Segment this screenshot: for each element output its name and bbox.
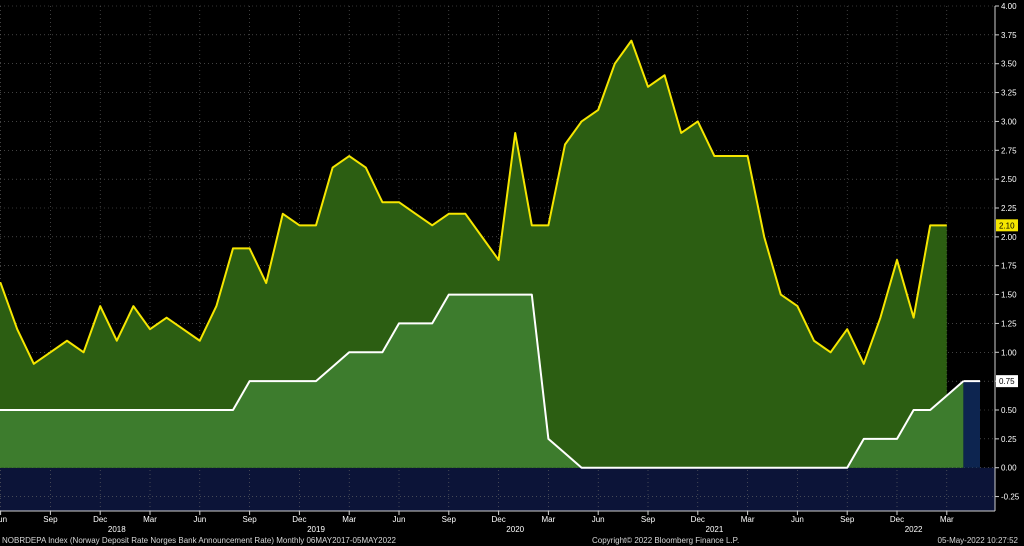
timestamp: 05-May-2022 10:27:52 <box>937 536 1019 545</box>
y-axis: -0.25 0.00 0.25 0.50 0.75 1.00 1.25 1.50 1.75 2.0… <box>994 2 1020 511</box>
y-tick-label: 2.25 <box>1001 204 1017 213</box>
negative-region <box>0 467 995 511</box>
x-tick-label: Dec <box>890 515 904 524</box>
y-tick-label: 4.00 <box>1001 2 1017 11</box>
last-value-labels: 2.10 0.75 <box>996 219 1018 388</box>
y-tick-label: 2.00 <box>1001 233 1017 242</box>
x-year-label: 2022 <box>905 525 923 534</box>
y-tick-label: 1.75 <box>1001 262 1017 271</box>
x-tick-label: Dec <box>691 515 705 524</box>
y-tick-label: 3.50 <box>1001 60 1017 69</box>
copyright-notice: Copyright© 2022 Bloomberg Finance L.P. <box>592 536 740 545</box>
x-tick-label: Jun <box>0 515 7 524</box>
y-tick-label: 3.25 <box>1001 89 1017 98</box>
x-tick-label: Sep <box>242 515 257 524</box>
x-year-label: 2020 <box>506 525 524 534</box>
y-tick-label: -0.25 <box>1001 493 1020 502</box>
x-tick-label: Dec <box>292 515 306 524</box>
x-tick-label: Sep <box>442 515 457 524</box>
y-tick-label: 1.00 <box>1001 348 1017 357</box>
y-tick-label: 2.50 <box>1001 175 1017 184</box>
y-tick-label: 0.25 <box>1001 435 1017 444</box>
x-tick-label: Jun <box>193 515 206 524</box>
y-tick-label: 1.50 <box>1001 291 1017 300</box>
x-year-label: 2018 <box>108 525 126 534</box>
series-tail-area <box>963 381 980 468</box>
y-tick-label: 2.75 <box>1001 146 1017 155</box>
x-year-label: 2021 <box>706 525 724 534</box>
x-tick-label: Jun <box>791 515 804 524</box>
x-tick-label: Dec <box>93 515 107 524</box>
series-areas <box>0 40 980 468</box>
y-tick-label: 0.50 <box>1001 406 1017 415</box>
x-tick-label: Jun <box>393 515 406 524</box>
x-tick-label: Sep <box>641 515 656 524</box>
x-tick-label: Mar <box>342 515 356 524</box>
x-tick-label: Mar <box>940 515 954 524</box>
y-tick-label: 1.25 <box>1001 319 1017 328</box>
x-tick-label: Mar <box>741 515 755 524</box>
x-tick-label: Mar <box>143 515 157 524</box>
security-description: NOBRDEPA Index (Norway Deposit Rate Norg… <box>2 536 396 545</box>
y-tick-label: 3.75 <box>1001 31 1017 40</box>
x-tick-label: Sep <box>43 515 58 524</box>
y-tick-label: 3.00 <box>1001 117 1017 126</box>
x-tick-label: Sep <box>840 515 855 524</box>
last-value-text-1: 0.75 <box>999 377 1015 386</box>
x-tick-label: Mar <box>542 515 556 524</box>
last-value-text-0: 2.10 <box>999 221 1015 230</box>
y-tick-label: 0.00 <box>1001 464 1017 473</box>
x-axis: Jun Sep Dec Mar Jun Sep Dec Mar Jun Sep Dec Mar Jun S… <box>0 510 995 534</box>
x-tick-label: Jun <box>592 515 605 524</box>
negative-zone-band <box>0 467 995 511</box>
x-year-label: 2019 <box>307 525 325 534</box>
chart-canvas: -0.25 0.00 0.25 0.50 0.75 1.00 1.25 1.50 1.75 2.0… <box>0 2 1020 534</box>
x-tick-label: Dec <box>491 515 505 524</box>
